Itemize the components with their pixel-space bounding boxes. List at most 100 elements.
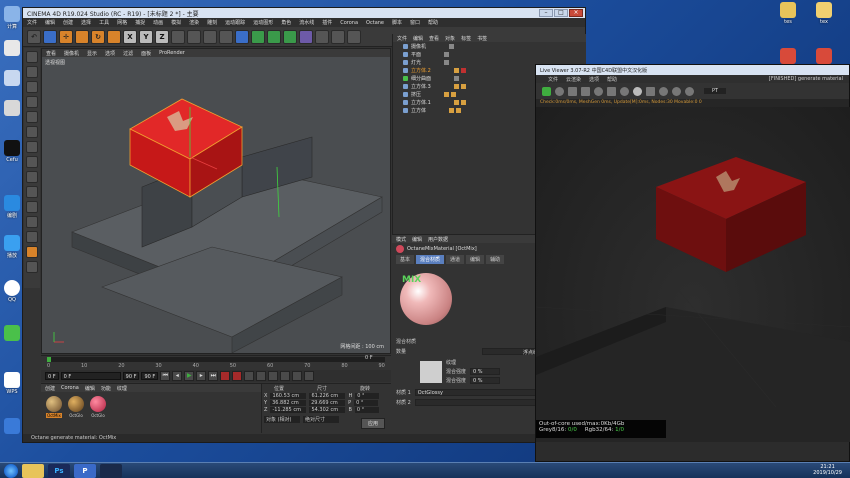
- mm-menu-texture[interactable]: 纹理: [117, 385, 127, 392]
- lv-menu-help[interactable]: 帮助: [607, 76, 617, 83]
- tab-editor[interactable]: 编辑: [466, 255, 485, 264]
- sphere-icon[interactable]: [633, 86, 642, 96]
- menu-tools[interactable]: 工具: [99, 19, 109, 26]
- material-swatch-octglossy-red[interactable]: OctGlo: [89, 396, 107, 418]
- desktop-icon-expert[interactable]: Cefu: [0, 140, 24, 163]
- rot-h-field[interactable]: 0 °: [355, 393, 380, 399]
- material-tag-icon[interactable]: [460, 83, 466, 89]
- tab-basic[interactable]: 基本: [396, 255, 415, 264]
- vp-menu-camera[interactable]: 摄像机: [64, 50, 79, 57]
- workplane-icon[interactable]: [26, 96, 38, 108]
- mix-strength-field-2[interactable]: 0 %: [470, 377, 501, 384]
- x-axis-button[interactable]: X: [123, 29, 137, 44]
- lv-titlebar[interactable]: Live Viewer 3.07-R2 中国C4D联盟中文汉化版: [536, 65, 849, 75]
- goto-end-icon[interactable]: ⏭: [208, 371, 219, 381]
- tag-icon[interactable]: [444, 51, 450, 57]
- material-tag-icon[interactable]: [456, 107, 462, 113]
- lv-menu-cloud[interactable]: 云渲染: [566, 76, 581, 83]
- menu-snap[interactable]: 捕捉: [135, 19, 145, 26]
- rot-p-field[interactable]: 0 °: [354, 400, 379, 406]
- preview-max-field[interactable]: 90 F: [122, 372, 140, 380]
- object-row-camera[interactable]: 摄像机: [393, 42, 586, 50]
- y-axis-button[interactable]: Y: [139, 29, 153, 44]
- octane-icon[interactable]: [26, 246, 38, 258]
- om-menu-file[interactable]: 文件: [397, 35, 407, 42]
- om-menu-tags[interactable]: 标签: [461, 35, 471, 42]
- size-z-field[interactable]: 54.302 cm: [309, 407, 346, 413]
- desktop-icon-qq[interactable]: QQ: [0, 280, 24, 303]
- menu-motion-tracker[interactable]: 运动跟踪: [225, 19, 245, 26]
- move-icon[interactable]: ✛: [59, 29, 73, 44]
- texture-mode-icon[interactable]: [26, 81, 38, 93]
- material-tag-icon[interactable]: [460, 67, 466, 73]
- lv-menu-options[interactable]: 选项: [589, 76, 599, 83]
- stop-icon[interactable]: [581, 86, 590, 96]
- phong-tag-icon[interactable]: [444, 91, 450, 97]
- preview-min-field[interactable]: 0 F: [60, 372, 121, 380]
- camera-icon[interactable]: [331, 29, 345, 44]
- menu-sculpt[interactable]: 雕刻: [207, 19, 217, 26]
- om-menu-edit[interactable]: 编辑: [413, 35, 423, 42]
- mix-strength-field-1[interactable]: 0 %: [470, 368, 501, 375]
- menu-window[interactable]: 窗口: [410, 19, 420, 26]
- desktop-icon[interactable]: 播放: [0, 235, 24, 259]
- select-icon[interactable]: [43, 29, 57, 44]
- size-mode-dropdown[interactable]: 绝对尺寸: [303, 416, 339, 423]
- am-menu-edit[interactable]: 编辑: [412, 236, 422, 243]
- om-menu-objects[interactable]: 对象: [445, 35, 455, 42]
- rotate-key-icon[interactable]: [280, 371, 291, 381]
- menu-script[interactable]: 脚本: [392, 19, 402, 26]
- texture-swatch[interactable]: [420, 360, 442, 383]
- clay-icon[interactable]: [672, 86, 681, 96]
- taskbar-p-icon[interactable]: P: [74, 463, 96, 478]
- deformer-icon[interactable]: [299, 29, 313, 44]
- render-picture-icon[interactable]: [203, 29, 217, 44]
- make-editable-icon[interactable]: [26, 51, 38, 63]
- next-key-icon[interactable]: ▸: [196, 371, 207, 381]
- lv-render-area[interactable]: Out-of-core used/max:0Kb/4Gb Grey8/16: 0…: [536, 107, 850, 442]
- vp-menu-options[interactable]: 选项: [105, 50, 115, 57]
- move-key-icon[interactable]: [256, 371, 267, 381]
- undo-icon[interactable]: ↶: [27, 29, 41, 44]
- om-menu-bookmarks[interactable]: 书签: [477, 35, 487, 42]
- vp-menu-prorender[interactable]: ProRender: [159, 50, 185, 56]
- menu-mesh[interactable]: 网格: [117, 19, 127, 26]
- desktop-icon-folder[interactable]: tes: [776, 2, 800, 25]
- start-frame-field[interactable]: 0 F: [45, 372, 59, 380]
- vp-menu-view[interactable]: 查看: [46, 50, 56, 57]
- region-icon[interactable]: [646, 86, 655, 96]
- vp-menu-display[interactable]: 显示: [87, 50, 97, 57]
- pen-icon[interactable]: [251, 29, 265, 44]
- material-tag-icon[interactable]: [451, 91, 457, 97]
- polygons-mode-icon[interactable]: [26, 141, 38, 153]
- phong-tag-icon[interactable]: [453, 83, 459, 89]
- menu-pipeline[interactable]: 流水线: [299, 19, 314, 26]
- grid-icon[interactable]: [26, 231, 38, 243]
- timeline-scrubber[interactable]: [47, 357, 385, 362]
- model-mode-icon[interactable]: [26, 66, 38, 78]
- mm-menu-function[interactable]: 功能: [101, 385, 111, 392]
- coord-system-icon[interactable]: [171, 29, 185, 44]
- menu-character[interactable]: 角色: [281, 19, 291, 26]
- tag-icon[interactable]: [449, 43, 455, 49]
- start-button[interactable]: [4, 463, 18, 478]
- rotate-icon[interactable]: ↻: [91, 29, 105, 44]
- mm-menu-create[interactable]: 创建: [45, 385, 55, 392]
- pos-z-field[interactable]: -11.285 cm: [270, 407, 307, 413]
- pos-y-field[interactable]: 36.882 cm: [270, 400, 307, 406]
- phong-tag-icon[interactable]: [453, 99, 459, 105]
- pause-icon[interactable]: [568, 86, 577, 96]
- perspective-viewport[interactable]: 查看 摄像机 显示 选项 过滤 面板 ProRender 透视视图 网格间距:…: [41, 48, 391, 354]
- am-menu-userdata[interactable]: 用户数据: [428, 236, 448, 243]
- object-row-plane[interactable]: 平面: [393, 50, 586, 58]
- desktop-icon-computer[interactable]: 计算: [0, 6, 24, 30]
- octane-gear-icon[interactable]: [542, 86, 551, 96]
- tab-assign[interactable]: 辅助: [486, 255, 505, 264]
- enable-axis-icon[interactable]: [26, 156, 38, 168]
- focus-icon[interactable]: [659, 86, 668, 96]
- channel-icon[interactable]: [620, 86, 629, 96]
- desktop-icon-folder[interactable]: tex: [812, 2, 836, 25]
- tweak-icon[interactable]: [26, 171, 38, 183]
- am-menu-mode[interactable]: 模式: [396, 236, 406, 243]
- scale-icon[interactable]: [75, 29, 89, 44]
